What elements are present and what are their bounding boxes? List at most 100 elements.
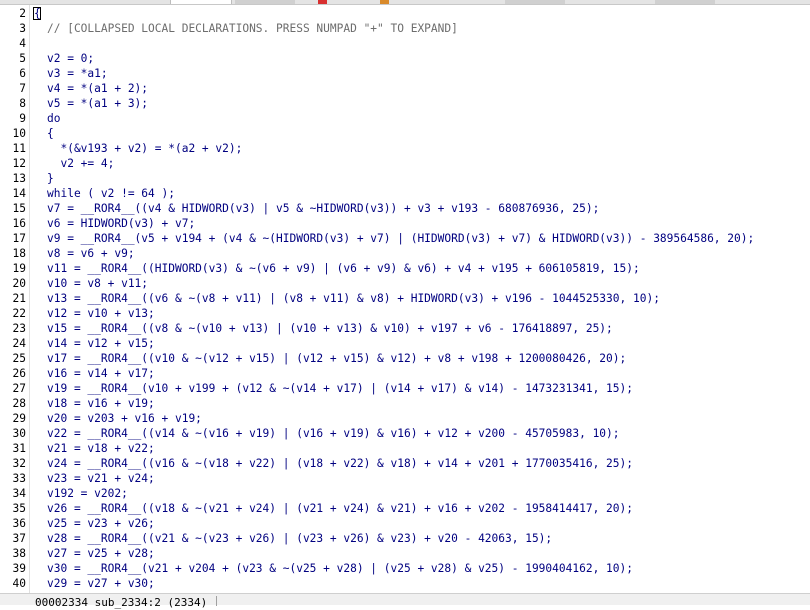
code-line[interactable]: 19 v11 = __ROR4__((HIDWORD(v3) & ~(v6 + v… <box>0 261 810 276</box>
line-number: 13 <box>12 172 26 185</box>
code-text[interactable]: v23 = v21 + v24; <box>47 471 155 486</box>
code-line[interactable]: 12 v2 += 4; <box>0 156 810 171</box>
code-text[interactable]: v10 = v8 + v11; <box>47 276 148 291</box>
code-line[interactable]: 28 v18 = v16 + v19; <box>0 396 810 411</box>
code-line[interactable]: 26 v16 = v14 + v17; <box>0 366 810 381</box>
code-text[interactable]: v192 = v202; <box>47 486 128 501</box>
line-number: 3 <box>19 22 26 35</box>
code-text[interactable]: v2 = 0; <box>47 51 94 66</box>
code-line[interactable]: 11 *(&v193 + v2) = *(a2 + v2); <box>0 141 810 156</box>
code-line[interactable]: 8 v5 = *(a1 + 3); <box>0 96 810 111</box>
line-number: 34 <box>12 487 26 500</box>
code-text[interactable]: v21 = v18 + v22; <box>47 441 155 456</box>
code-text[interactable]: v29 = v27 + v30; <box>47 576 155 591</box>
code-text[interactable]: v2 += 4; <box>47 156 114 171</box>
tab-pseudocode-active[interactable] <box>170 0 232 4</box>
tab-tertiary[interactable] <box>505 0 565 4</box>
line-number: 12 <box>12 157 26 170</box>
code-text[interactable]: v19 = __ROR4__(v10 + v199 + (v12 & ~(v14… <box>47 381 633 396</box>
code-line[interactable]: 17 v9 = __ROR4__(v5 + v194 + (v4 & ~(HIDW… <box>0 231 810 246</box>
code-text[interactable]: v30 = __ROR4__(v21 + v204 + (v23 & ~(v25… <box>47 561 633 576</box>
collapsed-declarations-comment[interactable]: // [COLLAPSED LOCAL DECLARATIONS. PRESS … <box>47 21 458 36</box>
code-line[interactable]: 20 v10 = v8 + v11; <box>0 276 810 291</box>
code-line[interactable]: 33 v23 = v21 + v24; <box>0 471 810 486</box>
code-text[interactable]: while ( v2 != 64 ); <box>47 186 175 201</box>
line-number: 11 <box>12 142 26 155</box>
code-line[interactable]: 3 // [COLLAPSED LOCAL DECLARATIONS. PRESS… <box>0 21 810 36</box>
code-line[interactable]: 23 v15 = __ROR4__((v8 & ~(v10 + v13) | (v… <box>0 321 810 336</box>
code-text[interactable]: v14 = v12 + v15; <box>47 336 155 351</box>
code-text[interactable]: v18 = v16 + v19; <box>47 396 155 411</box>
code-line[interactable]: 5 v2 = 0; <box>0 51 810 66</box>
code-line[interactable]: 4 <box>0 36 810 51</box>
code-text[interactable]: v6 = HIDWORD(v3) + v7; <box>47 216 195 231</box>
line-number: 21 <box>12 292 26 305</box>
code-line[interactable]: 32 v24 = __ROR4__((v16 & ~(v18 + v22) | (… <box>0 456 810 471</box>
tab-red-icon <box>318 0 327 4</box>
code-text[interactable]: v17 = __ROR4__((v10 & ~(v12 + v15) | (v1… <box>47 351 626 366</box>
code-line[interactable]: 6 v3 = *a1; <box>0 66 810 81</box>
code-text[interactable]: v11 = __ROR4__((HIDWORD(v3) & ~(v6 + v9)… <box>47 261 640 276</box>
code-line[interactable]: 15 v7 = __ROR4__((v4 & HIDWORD(v3) | v5 &… <box>0 201 810 216</box>
tab-secondary[interactable] <box>235 0 295 4</box>
code-line[interactable]: 22 v12 = v10 + v13; <box>0 306 810 321</box>
code-text[interactable]: { <box>34 6 41 21</box>
code-line[interactable]: 31 v21 = v18 + v22; <box>0 441 810 456</box>
line-number: 38 <box>12 547 26 560</box>
code-line[interactable]: 14 while ( v2 != 64 ); <box>0 186 810 201</box>
pseudocode-editor[interactable]: 2{3 // [COLLAPSED LOCAL DECLARATIONS. PRE… <box>0 6 810 591</box>
code-line[interactable]: 10 { <box>0 126 810 141</box>
code-line[interactable]: 36 v25 = v23 + v26; <box>0 516 810 531</box>
line-number: 36 <box>12 517 26 530</box>
code-text[interactable]: v13 = __ROR4__((v6 & ~(v8 + v11) | (v8 +… <box>47 291 660 306</box>
code-text[interactable]: v27 = v25 + v28; <box>47 546 155 561</box>
code-line[interactable]: 40 v29 = v27 + v30; <box>0 576 810 591</box>
code-line[interactable]: 24 v14 = v12 + v15; <box>0 336 810 351</box>
code-line[interactable]: 7 v4 = *(a1 + 2); <box>0 81 810 96</box>
code-line[interactable]: 37 v28 = __ROR4__((v21 & ~(v23 + v26) | (… <box>0 531 810 546</box>
code-text[interactable]: v8 = v6 + v9; <box>47 246 135 261</box>
code-line[interactable]: 16 v6 = HIDWORD(v3) + v7; <box>0 216 810 231</box>
code-text[interactable]: v15 = __ROR4__((v8 & ~(v10 + v13) | (v10… <box>47 321 613 336</box>
code-text[interactable]: v4 = *(a1 + 2); <box>47 81 148 96</box>
code-line[interactable]: 21 v13 = __ROR4__((v6 & ~(v8 + v11) | (v8… <box>0 291 810 306</box>
code-line[interactable]: 35 v26 = __ROR4__((v18 & ~(v21 + v24) | (… <box>0 501 810 516</box>
code-text[interactable]: } <box>47 171 54 186</box>
code-text[interactable]: v26 = __ROR4__((v18 & ~(v21 + v24) | (v2… <box>47 501 633 516</box>
code-text[interactable]: { <box>47 126 54 141</box>
code-text[interactable]: v12 = v10 + v13; <box>47 306 155 321</box>
code-text[interactable]: v16 = v14 + v17; <box>47 366 155 381</box>
code-text[interactable]: v22 = __ROR4__((v14 & ~(v16 + v19) | (v1… <box>47 426 620 441</box>
code-line[interactable]: 29 v20 = v203 + v16 + v19; <box>0 411 810 426</box>
line-number: 39 <box>12 562 26 575</box>
code-line[interactable]: 13} <box>0 171 810 186</box>
code-line[interactable]: 9 do <box>0 111 810 126</box>
code-text[interactable]: v25 = v23 + v26; <box>47 516 155 531</box>
line-number: 20 <box>12 277 26 290</box>
code-line[interactable]: 34 v192 = v202; <box>0 486 810 501</box>
code-text[interactable]: v24 = __ROR4__((v16 & ~(v18 + v22) | (v1… <box>47 456 633 471</box>
code-text[interactable]: v9 = __ROR4__(v5 + v194 + (v4 & ~(HIDWOR… <box>47 231 754 246</box>
code-text[interactable]: v3 = *a1; <box>47 66 108 81</box>
code-line[interactable]: 25 v17 = __ROR4__((v10 & ~(v12 + v15) | (… <box>0 351 810 366</box>
line-number: 31 <box>12 442 26 455</box>
tab-quaternary[interactable] <box>655 0 715 4</box>
code-line[interactable]: 27 v19 = __ROR4__(v10 + v199 + (v12 & ~(v… <box>0 381 810 396</box>
code-line[interactable]: 38 v27 = v25 + v28; <box>0 546 810 561</box>
code-text[interactable]: v7 = __ROR4__((v4 & HIDWORD(v3) | v5 & ~… <box>47 201 599 216</box>
line-number: 9 <box>19 112 26 125</box>
code-line[interactable]: 30 v22 = __ROR4__((v14 & ~(v16 + v19) | (… <box>0 426 810 441</box>
code-text[interactable]: v5 = *(a1 + 3); <box>47 96 148 111</box>
code-text[interactable]: do <box>47 111 60 126</box>
code-line[interactable]: 18 v8 = v6 + v9; <box>0 246 810 261</box>
code-text[interactable]: *(&v193 + v2) = *(a2 + v2); <box>47 141 242 156</box>
line-number: 26 <box>12 367 26 380</box>
line-number: 37 <box>12 532 26 545</box>
line-number: 16 <box>12 217 26 230</box>
code-text[interactable]: v20 = v203 + v16 + v19; <box>47 411 202 426</box>
code-line[interactable]: 2{ <box>0 6 810 21</box>
line-number: 4 <box>19 37 26 50</box>
line-number: 5 <box>19 52 26 65</box>
code-line[interactable]: 39 v30 = __ROR4__(v21 + v204 + (v23 & ~(v… <box>0 561 810 576</box>
code-text[interactable]: v28 = __ROR4__((v21 & ~(v23 + v26) | (v2… <box>47 531 552 546</box>
